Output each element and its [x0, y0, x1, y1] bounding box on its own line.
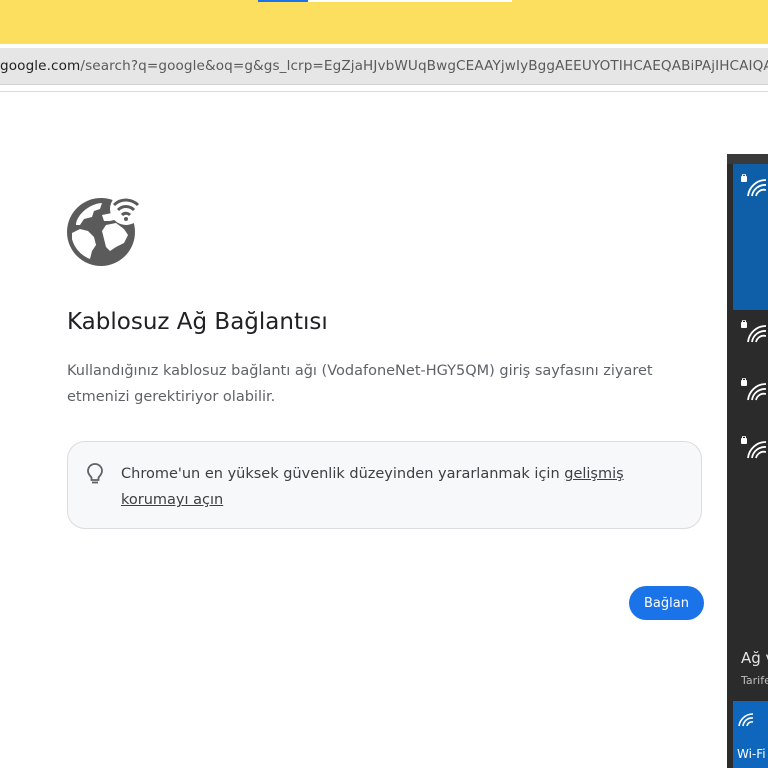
wifi-lock-icon	[741, 378, 766, 401]
security-tip-card: Chrome'un en yüksek güvenlik düzeyinden …	[67, 441, 702, 529]
toolbar-divider	[0, 91, 768, 92]
page-description: Kullandığınız kablosuz bağlantı ağı (Vod…	[67, 363, 653, 405]
network-item-selected[interactable]	[733, 164, 768, 310]
tip-text: Chrome'un en yüksek güvenlik düzeyinden …	[121, 461, 686, 513]
connect-button[interactable]: Bağlan	[629, 586, 704, 620]
wifi-lock-icon	[741, 174, 766, 197]
wifi-tile-label: Wi-Fi	[737, 747, 766, 761]
address-path: /search?q=google&oq=g&gs_lcrp=EgZjaHJvbW…	[80, 58, 768, 74]
globe-wifi-icon	[67, 195, 142, 266]
wifi-lock-icon	[741, 436, 766, 459]
tab-accent	[258, 0, 308, 2]
network-item[interactable]	[733, 314, 768, 374]
wifi-lock-icon	[741, 320, 766, 343]
browser-top-strip	[0, 0, 768, 44]
wifi-toggle-tile[interactable]: Wi-Fi	[733, 701, 768, 768]
network-settings-sublabel: Tarife	[741, 674, 768, 687]
tab-indicator[interactable]	[258, 0, 512, 2]
network-flyout: Ağ v Tarife Wi-Fi	[727, 154, 768, 768]
address-url[interactable]: google.com/search?q=google&oq=g&gs_lcrp=…	[0, 58, 768, 76]
network-settings-label[interactable]: Ağ v	[741, 649, 768, 667]
network-item[interactable]	[733, 430, 768, 490]
network-item[interactable]	[733, 372, 768, 432]
address-host: google.com	[0, 58, 81, 74]
lightbulb-icon	[87, 463, 103, 484]
tip-text-main: Chrome'un en yüksek güvenlik düzeyinden …	[121, 466, 565, 482]
page-title: Kablosuz Ağ Bağlantısı	[67, 309, 328, 335]
wifi-icon	[738, 713, 754, 727]
flyout-header	[727, 154, 768, 164]
address-bar[interactable]: google.com/search?q=google&oq=g&gs_lcrp=…	[0, 48, 768, 85]
